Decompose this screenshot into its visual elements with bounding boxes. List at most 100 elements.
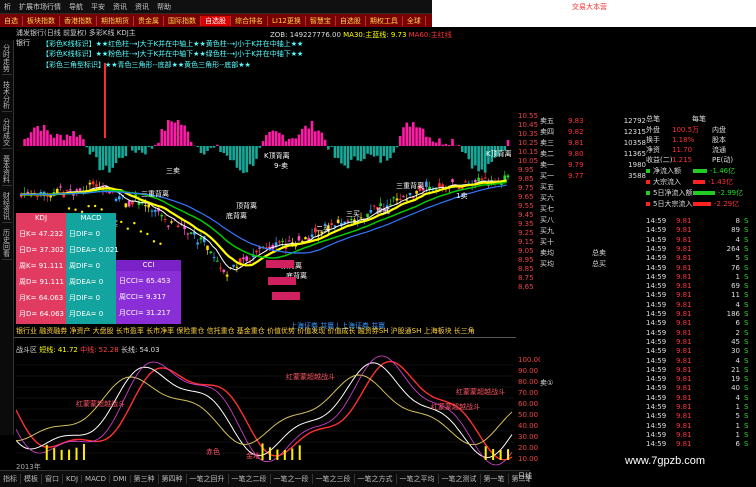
order-level-empty[interactable]: 买八: [540, 215, 568, 225]
order-level-empty[interactable]: 卖均: [540, 248, 568, 258]
tab-item[interactable]: LI12更换: [268, 15, 306, 26]
order-level[interactable]: 卖三 9.81 10358: [540, 138, 646, 148]
order-level-empty[interactable]: 买七: [540, 204, 568, 214]
tick-time: 14:59: [646, 291, 667, 300]
bottom-tab[interactable]: 一笔之方式: [355, 474, 397, 484]
bottom-tab[interactable]: 一笔之回升: [187, 474, 229, 484]
tick-row[interactable]: 14:59 9.81 76 S: [646, 264, 750, 272]
order-level-empty[interactable]: 买均: [540, 259, 568, 269]
order-level[interactable]: 卖一 9.79 1980: [540, 160, 646, 170]
tick-row[interactable]: 14:59 9.81 6S: [646, 319, 750, 327]
tick-row[interactable]: 14:59 9.81 69 S: [646, 282, 750, 290]
tick-time: 14:59: [646, 384, 667, 393]
bottom-tab[interactable]: 第四种: [159, 474, 187, 484]
tick-row[interactable]: 14:59 9.81 4 S: [646, 236, 750, 244]
order-level[interactable]: 卖五 9.83 12792: [540, 116, 646, 126]
bottom-tab[interactable]: 第三种: [131, 474, 159, 484]
tool-item[interactable]: 历史回看: [1, 227, 12, 260]
bottom-tab[interactable]: 一笔之平均: [397, 474, 439, 484]
bottom-tab[interactable]: 一笔之一段: [271, 474, 313, 484]
bottom-tab[interactable]: 模板: [21, 474, 42, 484]
tick-row[interactable]: 14:59 9.81 30 S: [646, 347, 750, 355]
bottom-tab[interactable]: 指标: [0, 474, 21, 484]
candle-body: [480, 178, 484, 181]
tick-row[interactable]: 14:59 9.81 8S: [646, 217, 750, 225]
tick-row[interactable]: 14:59 9.81 2 S: [646, 329, 750, 337]
menu-item[interactable]: 扩展市场行情: [15, 2, 65, 12]
bottom-tab[interactable]: 第一笔: [481, 474, 509, 484]
tick-row[interactable]: 14:59 9.81 1 S: [646, 422, 750, 430]
menu-item[interactable]: 析: [0, 2, 15, 12]
order-level-empty[interactable]: 买十: [540, 237, 568, 247]
bottom-tab[interactable]: 一笔之二段: [229, 474, 271, 484]
top-right-text[interactable]: 交易大本营: [572, 2, 607, 12]
tick-row[interactable]: 14:59 9.81 19 S: [646, 375, 750, 383]
tick-row[interactable]: 14:59 9.81 89 S: [646, 226, 750, 234]
tab-item[interactable]: 贵金属: [134, 15, 164, 26]
sector-tags[interactable]: 银行业 融资融券 净资产 大盘股 长市盈率 长市净率 保险重仓 信托重仓 基金重…: [16, 326, 516, 336]
tick-row[interactable]: 14:59 9.81 21 S: [646, 366, 750, 374]
period-label[interactable]: 日线: [518, 471, 532, 481]
tick-price: 9.81: [676, 347, 692, 356]
osc-tick: 70.00: [518, 389, 539, 397]
tick-row[interactable]: 14:59 9.81 40 S: [646, 384, 750, 392]
tab-item[interactable]: 香港指数: [60, 15, 97, 26]
tick-row[interactable]: 14:59 9.81 4 S: [646, 394, 750, 402]
tick-row[interactable]: 14:59 9.81 11 S: [646, 291, 750, 299]
bottom-tab[interactable]: DMI: [110, 475, 131, 483]
candle-body: [297, 236, 301, 241]
bottom-tab[interactable]: 一笔之测试: [439, 474, 481, 484]
candle-body: [206, 245, 209, 251]
indicator-name[interactable]: 战斗区: [16, 346, 37, 354]
candle-body: [147, 204, 150, 208]
tab-item[interactable]: 全球: [403, 15, 426, 26]
order-level[interactable]: 卖二 9.80 11365: [540, 149, 646, 159]
tick-row[interactable]: 14:59 9.81 1 S: [646, 273, 750, 281]
candle-body: [216, 260, 219, 262]
tool-item[interactable]: 财经资讯: [1, 190, 12, 223]
tick-row[interactable]: 14:59 9.81 45 S: [646, 338, 750, 346]
tick-row[interactable]: 14:59 9.81 4 S: [646, 301, 750, 309]
tab-item[interactable]: 期指期货: [97, 15, 134, 26]
tab-item[interactable]: 综合排名: [231, 15, 268, 26]
tick-row[interactable]: 14:59 9.81 264 S: [646, 245, 750, 253]
bottom-tab[interactable]: 一笔之三段: [313, 474, 355, 484]
tab-item[interactable]: 板块指数: [23, 15, 60, 26]
order-level[interactable]: 买一 9.77 3588: [540, 171, 646, 181]
tick-row[interactable]: 14:59 9.81 4 S: [646, 357, 750, 365]
tick-row[interactable]: 14:59 9.81 6S: [646, 440, 750, 448]
tab-item[interactable]: 自选股: [201, 15, 231, 26]
menu-item[interactable]: 导航: [65, 2, 87, 12]
order-level-empty[interactable]: 买九: [540, 226, 568, 236]
tick-row[interactable]: 14:59 9.81 5 S: [646, 254, 750, 262]
histogram-bar: [333, 146, 337, 158]
tab-item[interactable]: 智慧宝: [306, 15, 336, 26]
order-level[interactable]: 卖四 9.82 12315: [540, 127, 646, 137]
tick-volume: 89: [731, 226, 740, 235]
order-level-empty[interactable]: 买五: [540, 182, 568, 192]
tool-item[interactable]: 分时走势: [1, 42, 12, 75]
oscillator-chart[interactable]: 红蒙蒙超越战斗红蒙蒙超越战斗红蒙蒙超越战斗红蒙蒙超越战斗赤色 金地: [16, 354, 514, 466]
order-level-empty[interactable]: 买六: [540, 193, 568, 203]
tab-item[interactable]: 期权工具: [366, 15, 403, 26]
tool-item[interactable]: 分时成交: [1, 116, 12, 149]
tick-row[interactable]: 14:59 9.81 186 S: [646, 310, 750, 318]
tab-item[interactable]: 自选股: [336, 15, 366, 26]
menu-item[interactable]: 资讯: [109, 2, 131, 12]
tick-row[interactable]: 14:59 9.81 1 S: [646, 403, 750, 411]
tool-item[interactable]: 基本资料: [1, 153, 12, 186]
tick-row[interactable]: 14:59 9.81 1 S: [646, 431, 750, 439]
bottom-tab[interactable]: MACD: [82, 475, 111, 483]
bottom-tab[interactable]: 窗口: [42, 474, 63, 484]
tool-item[interactable]: 技术分析: [1, 79, 12, 112]
osc-tick: 60.00: [518, 400, 539, 408]
menu-item[interactable]: 资讯: [131, 2, 153, 12]
bottom-tab[interactable]: KDJ: [63, 475, 83, 483]
tick-row[interactable]: 14:59 9.81 5 S: [646, 412, 750, 420]
tab-item[interactable]: 自选: [0, 15, 23, 26]
tab-item[interactable]: 国际指数: [164, 15, 201, 26]
kdj-row: 周K= 91.111: [16, 261, 66, 271]
menu-item[interactable]: 平安: [87, 2, 109, 12]
watermark: www.7gpzb.com: [625, 455, 706, 467]
menu-item[interactable]: 帮助: [153, 2, 175, 12]
